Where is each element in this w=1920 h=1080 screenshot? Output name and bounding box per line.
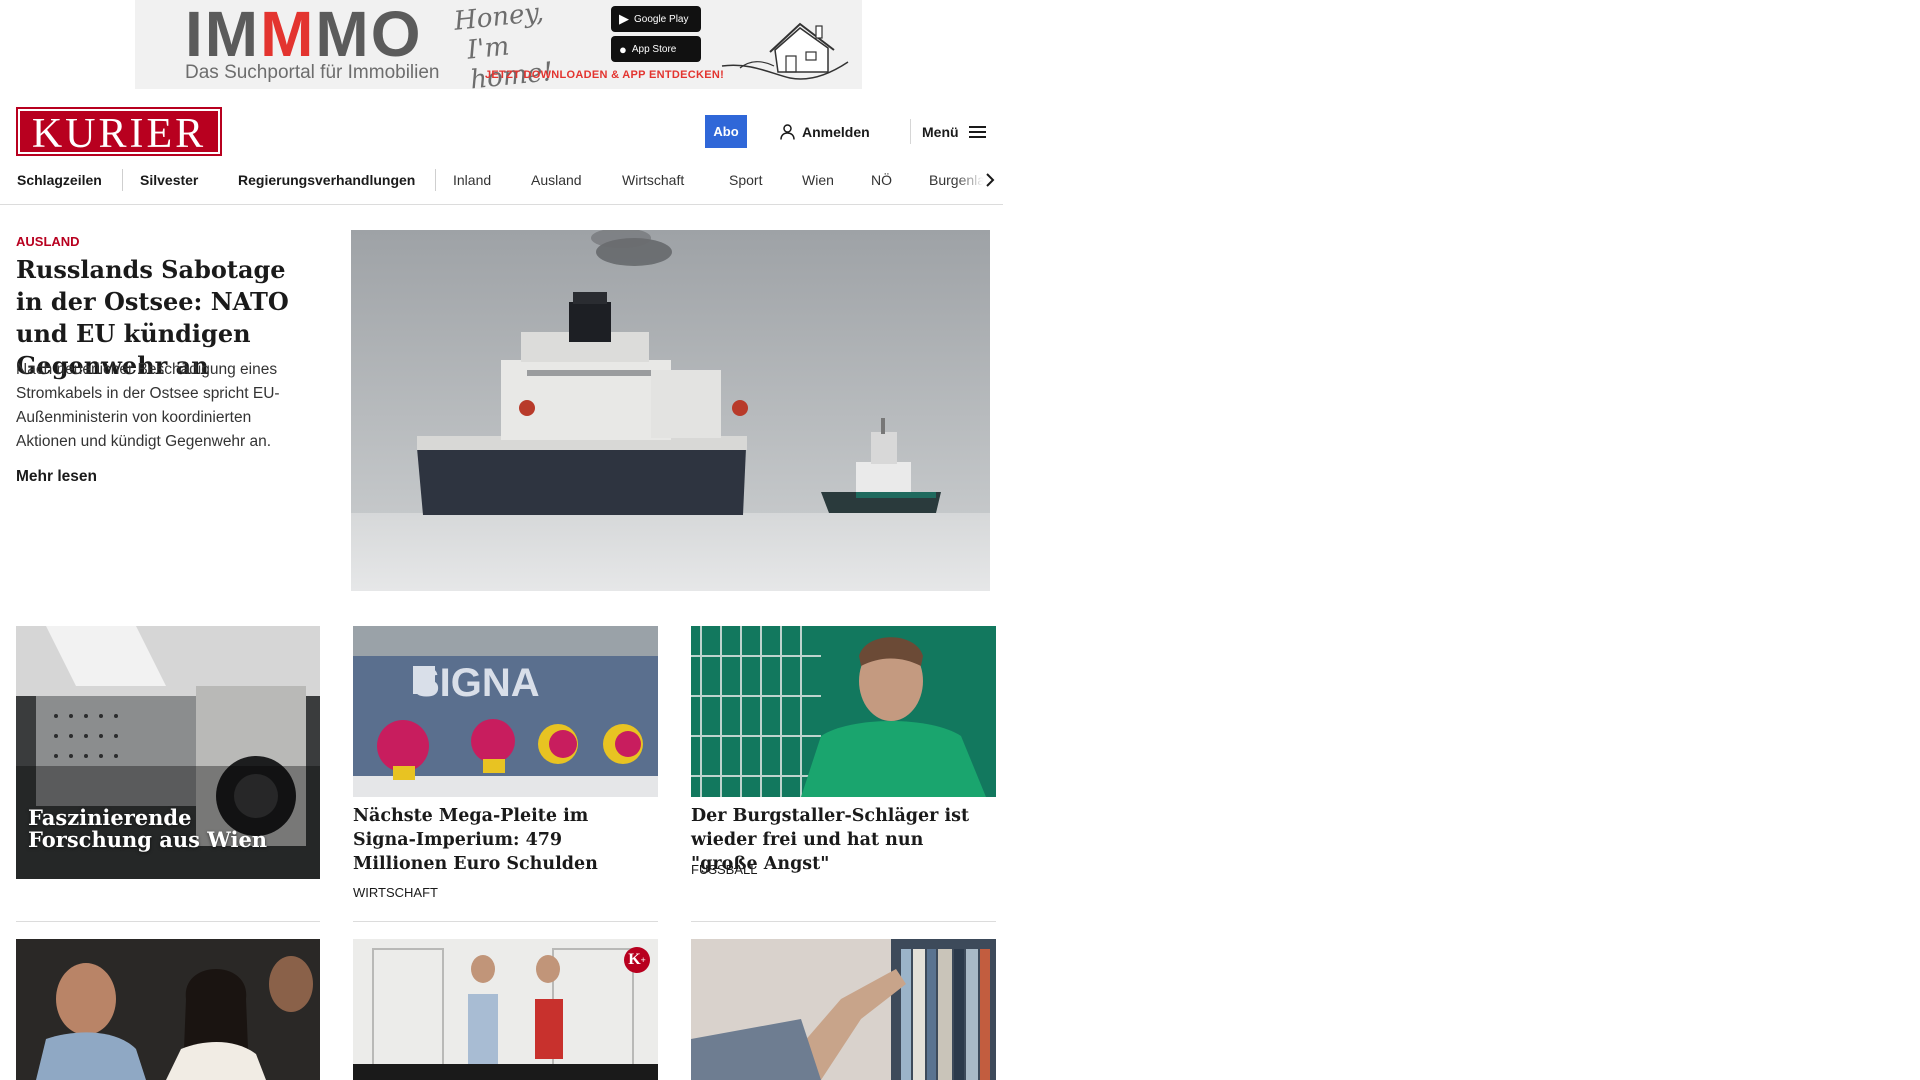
- theatre-photo: [353, 939, 658, 1080]
- main-nav: Schlagzeilen Silvester Regierungsverhand…: [0, 160, 1003, 205]
- nav-divider: [435, 169, 436, 191]
- nav-item-noe[interactable]: NÖ: [871, 160, 892, 200]
- abo-button[interactable]: Abo: [705, 115, 747, 148]
- lead-teaser: Nach neuerlicher Beschädigung eines Stro…: [16, 361, 280, 450]
- menu-button[interactable]: Menü: [922, 115, 986, 148]
- football-photo: [691, 626, 996, 797]
- house-in-hand-icon: [721, 22, 849, 80]
- read-more-link[interactable]: Mehr lesen: [16, 468, 97, 486]
- card-kicker-wirtschaft[interactable]: WIRTSCHAFT: [353, 885, 438, 900]
- nav-item-wirtschaft[interactable]: Wirtschaft: [622, 160, 684, 200]
- nav-item-regierungsverhandlungen[interactable]: Regierungsverhandlungen: [238, 160, 415, 200]
- chevron-right-icon: [986, 173, 995, 187]
- nav-item-ausland[interactable]: Ausland: [531, 160, 582, 200]
- app-store-badge[interactable]: ● App Store: [611, 36, 701, 62]
- bookshelf-photo: [691, 939, 996, 1080]
- card-image-theatre[interactable]: K +: [353, 939, 658, 1080]
- row-divider: [691, 921, 996, 922]
- hamburger-icon: [968, 125, 986, 138]
- signa-photo: SIGNA: [353, 626, 658, 797]
- user-icon: [780, 123, 795, 140]
- ad-logo: IMMMO: [185, 0, 423, 70]
- login-button[interactable]: Anmelden: [780, 115, 870, 148]
- card-image-research[interactable]: Faszinierende Forschung aus Wien: [16, 626, 320, 879]
- ad-banner[interactable]: IMMMO Das Suchportal für Immobilien Hone…: [135, 0, 862, 89]
- nav-item-inland[interactable]: Inland: [453, 160, 491, 200]
- card-title-signa[interactable]: Nächste Mega-Pleite im Signa-Im­perium: …: [353, 804, 657, 876]
- card-image-royals[interactable]: [16, 939, 320, 1080]
- ad-cta: JETZT DOWNLOADEN & APP ENTDECKEN!: [485, 69, 725, 81]
- google-play-badge[interactable]: ▶ Google Play: [611, 6, 701, 32]
- apple-icon: ●: [619, 41, 627, 57]
- nav-item-wien[interactable]: Wien: [802, 160, 834, 200]
- site-header: KURIER Abo Anmelden Menü: [0, 105, 1003, 157]
- header-divider: [910, 119, 911, 144]
- row-divider: [16, 921, 320, 922]
- row-divider: [353, 921, 658, 922]
- nav-item-schlagzeilen[interactable]: Schlagzeilen: [17, 160, 102, 200]
- card-kicker-fussball[interactable]: FUSSBALL: [691, 862, 757, 877]
- nav-divider: [122, 169, 123, 191]
- card-image-signa[interactable]: SIGNA: [353, 626, 658, 797]
- menu-label: Menü: [922, 123, 959, 140]
- play-icon: ▶: [619, 11, 629, 26]
- nav-item-sport[interactable]: Sport: [729, 160, 762, 200]
- royals-photo: [16, 939, 320, 1080]
- nav-item-silvester[interactable]: Silvester: [140, 160, 198, 200]
- lead-image[interactable]: [351, 230, 990, 591]
- ad-subtitle: Das Suchportal für Immobilien: [185, 62, 440, 83]
- tanker-photo: [351, 230, 990, 591]
- lead-kicker[interactable]: AUSLAND: [16, 234, 80, 249]
- kurier-logo[interactable]: KURIER: [16, 107, 222, 157]
- premium-badge: K +: [624, 947, 650, 973]
- card-image-books[interactable]: [691, 939, 996, 1080]
- login-label: Anmelden: [802, 123, 870, 140]
- nav-scroll-right[interactable]: [955, 160, 1003, 200]
- card-title-research[interactable]: Faszinierende Forschung aus Wien: [28, 807, 288, 851]
- card-image-football[interactable]: [691, 626, 996, 797]
